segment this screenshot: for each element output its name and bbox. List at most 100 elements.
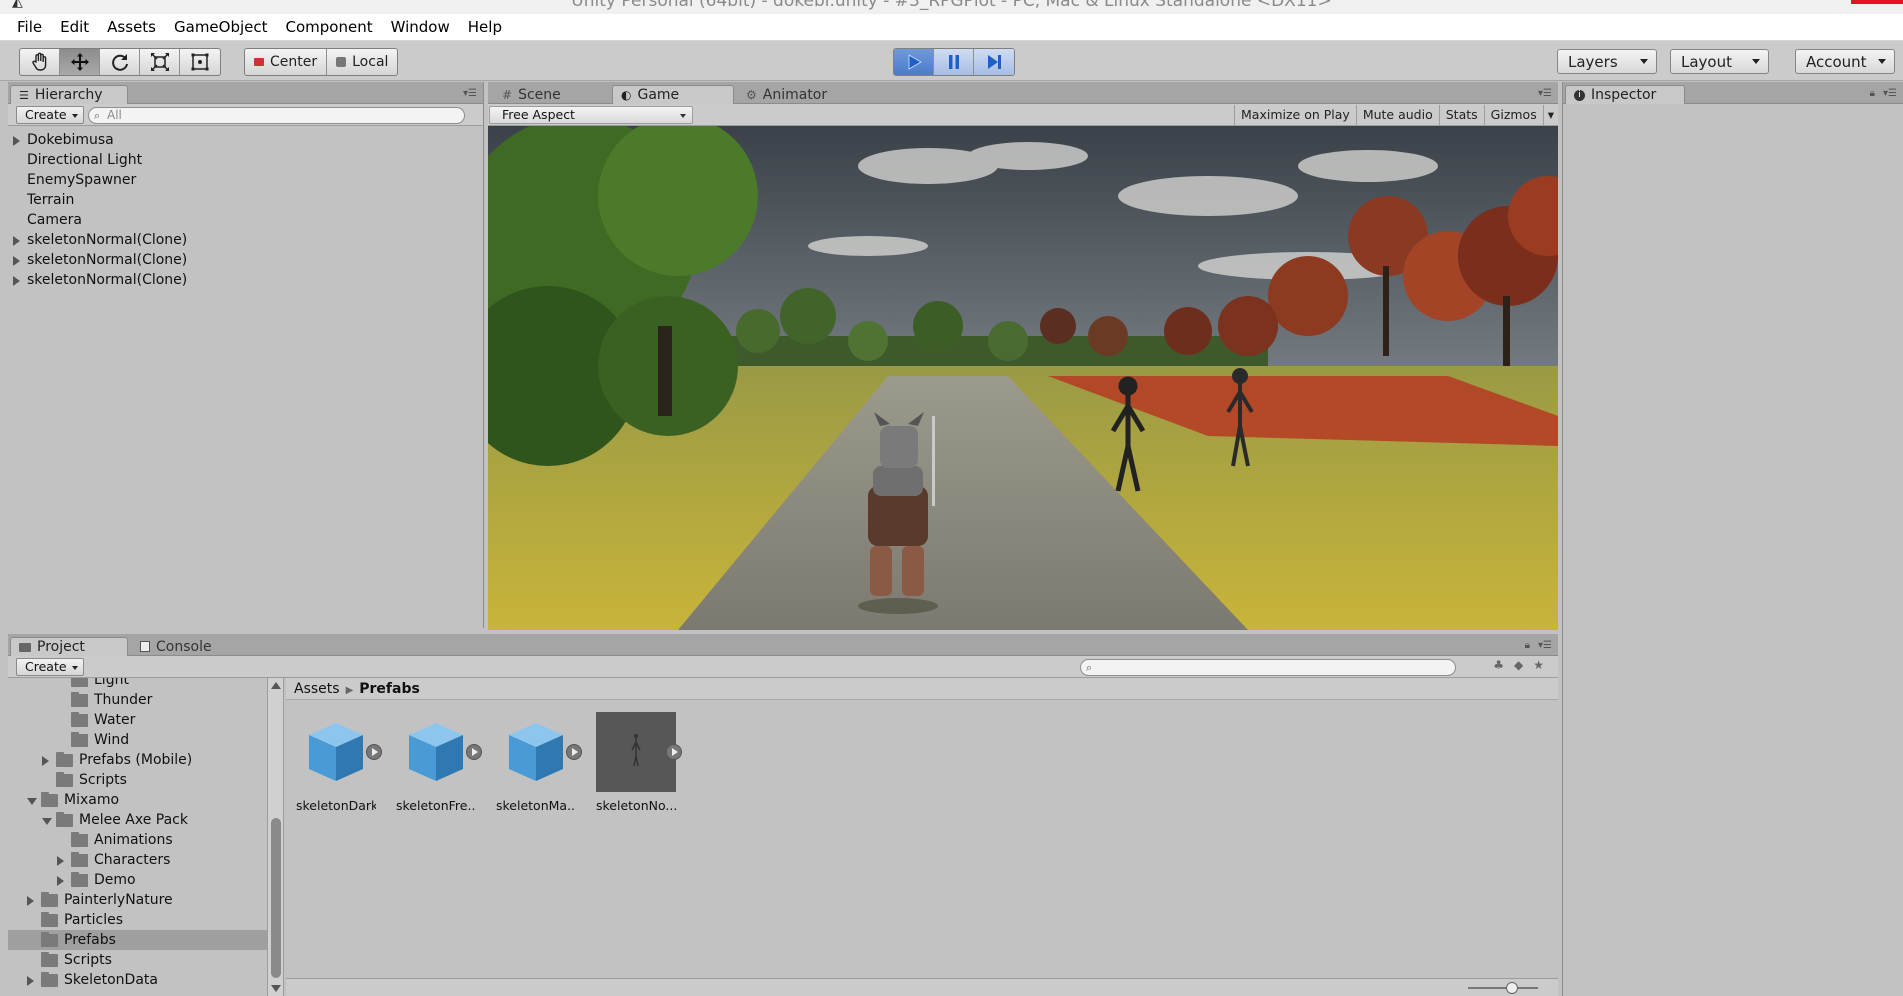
asset-item[interactable]: skeletonMa... [496,712,582,813]
lock-icon[interactable]: 🔒︎ [1870,88,1875,99]
expand-arrow-icon[interactable] [27,896,34,906]
move-tool-button[interactable] [60,49,100,75]
filter-by-label-icon[interactable]: ◆ [1514,658,1523,672]
expand-arrow-icon[interactable] [57,856,64,866]
expand-arrow-icon[interactable] [13,136,20,146]
asset-item[interactable]: skeletonFre... [396,712,482,813]
panel-options-icon[interactable]: ▾☰ [1538,88,1552,99]
asset-item[interactable]: skeletonNo... [596,712,682,813]
game-render-viewport[interactable] [488,126,1558,630]
panel-options-icon[interactable]: ▾☰ [463,88,477,99]
favorite-star-icon[interactable]: ★ [1533,658,1544,672]
lock-icon[interactable]: 🔒︎ [1525,640,1530,651]
hierarchy-search-input[interactable]: ⌕ All [88,107,465,124]
tab-game[interactable]: ◐ Game [612,85,734,104]
folder-tree-item[interactable]: Thunder [8,690,267,710]
slider-knob[interactable] [1506,982,1518,994]
tab-project[interactable]: Project [10,637,128,656]
play-button[interactable] [894,49,934,75]
panel-options-icon[interactable]: ▾☰ [1538,640,1552,651]
chevron-down-icon[interactable]: ▾ [1542,105,1558,125]
tab-scene[interactable]: # Scene [494,85,604,104]
rotate-tool-button[interactable] [100,49,140,75]
folder-tree-item[interactable]: Mixamo [8,790,267,810]
folder-tree-item[interactable]: PainterlyNature [8,890,267,910]
expand-arrow-icon[interactable] [13,256,20,266]
collapse-arrow-icon[interactable] [42,818,52,825]
hierarchy-item[interactable]: Directional Light [8,150,483,170]
hierarchy-item[interactable]: skeletonNormal(Clone) [8,250,483,270]
asset-thumbnail[interactable] [596,712,682,792]
expand-arrow-icon[interactable] [57,876,64,886]
pivot-center-button[interactable]: Center [245,49,328,75]
menu-file[interactable]: File [8,18,51,36]
folder-tree-item[interactable]: Water [8,710,267,730]
tab-hierarchy[interactable]: ☰ Hierarchy [10,85,128,104]
gizmos-dropdown[interactable]: Gizmos [1483,105,1543,125]
account-dropdown[interactable]: Account [1795,49,1895,74]
menu-help[interactable]: Help [459,18,511,36]
scroll-down-icon[interactable] [271,985,281,992]
hierarchy-item[interactable]: skeletonNormal(Clone) [8,270,483,290]
asset-thumbnail[interactable] [396,712,482,792]
pivot-local-button[interactable]: Local [327,49,397,75]
aspect-ratio-dropdown[interactable]: Free Aspect [489,106,693,124]
maximize-on-play-toggle[interactable]: Maximize on Play [1234,105,1356,125]
folder-tree-item[interactable]: SkeletonData [8,970,267,990]
window-close-button[interactable] [1851,0,1903,4]
pause-button[interactable] [934,49,974,75]
breadcrumb-assets[interactable]: Assets [294,681,340,697]
menu-gameobject[interactable]: GameObject [165,18,277,36]
expand-arrow-icon[interactable] [27,976,34,986]
collapse-arrow-icon[interactable] [27,798,37,805]
layers-dropdown[interactable]: Layers [1557,49,1657,74]
folder-tree-item[interactable]: Particles [8,910,267,930]
folder-tree-item[interactable]: Demo [8,870,267,890]
menu-component[interactable]: Component [277,18,382,36]
menu-assets[interactable]: Assets [98,18,165,36]
rect-tool-button[interactable] [180,49,220,75]
stats-toggle[interactable]: Stats [1438,105,1484,125]
hand-tool-button[interactable] [20,49,60,75]
scrollbar-thumb[interactable] [271,818,281,978]
step-button[interactable] [974,49,1014,75]
project-search-input[interactable]: ⌕ [1080,659,1456,676]
expand-prefab-icon[interactable] [366,744,382,760]
hierarchy-create-button[interactable]: Create [16,106,84,124]
folder-tree-item[interactable]: Scripts [8,770,267,790]
folder-tree-item[interactable]: Melee Axe Pack [8,810,267,830]
panel-options-icon[interactable]: ▾☰ [1883,88,1897,99]
folder-tree-item[interactable]: Prefabs [8,930,267,950]
filter-by-type-icon[interactable]: ♣ [1493,658,1504,672]
hierarchy-item[interactable]: Terrain [8,190,483,210]
scroll-up-icon[interactable] [271,682,281,689]
folder-tree-item[interactable]: Animations [8,830,267,850]
breadcrumb-prefabs[interactable]: Prefabs [359,681,420,697]
folder-tree-item[interactable]: Scripts [8,950,267,970]
scale-tool-button[interactable] [140,49,180,75]
icon-size-slider[interactable] [1468,982,1538,994]
layout-dropdown[interactable]: Layout [1670,49,1769,74]
asset-thumbnail[interactable] [496,712,582,792]
menu-edit[interactable]: Edit [51,18,98,36]
tab-console[interactable]: Console [132,637,242,656]
expand-arrow-icon[interactable] [13,236,20,246]
project-create-button[interactable]: Create [16,658,84,676]
tab-inspector[interactable]: i Inspector [1565,85,1685,104]
expand-arrow-icon[interactable] [13,276,20,286]
asset-thumbnail[interactable] [296,712,382,792]
hierarchy-item[interactable]: Dokebimusa [8,130,483,150]
expand-prefab-icon[interactable] [666,744,682,760]
mute-audio-toggle[interactable]: Mute audio [1355,105,1439,125]
folder-tree-item[interactable]: Characters [8,850,267,870]
expand-prefab-icon[interactable] [566,744,582,760]
hierarchy-item[interactable]: Camera [8,210,483,230]
tab-animator[interactable]: ⚙ Animator [738,85,858,104]
folder-tree-item[interactable]: Wind [8,730,267,750]
folder-tree-item[interactable]: Light [8,678,267,690]
hierarchy-item[interactable]: EnemySpawner [8,170,483,190]
hierarchy-item[interactable]: skeletonNormal(Clone) [8,230,483,250]
expand-arrow-icon[interactable] [42,756,49,766]
menu-window[interactable]: Window [382,18,459,36]
expand-prefab-icon[interactable] [466,744,482,760]
